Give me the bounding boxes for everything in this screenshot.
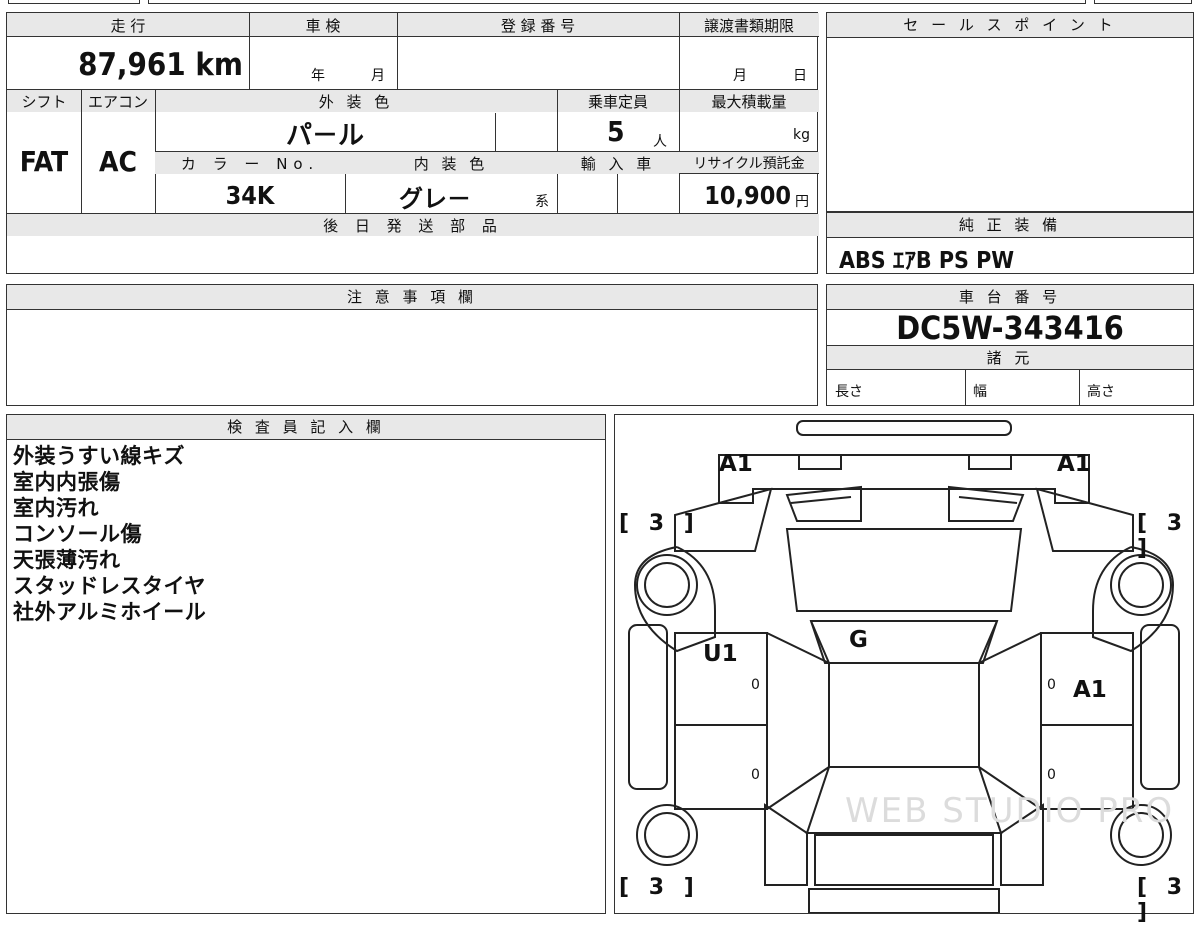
note-line: 外装うすい線キズ — [13, 444, 185, 468]
recycle-label: リサイクル預託金 — [679, 153, 819, 173]
front-light-left — [798, 454, 842, 470]
note-line: 室内汚れ — [13, 496, 99, 520]
inspector-notes: 外装うすい線キズ 室内内張傷 室内汚れ コンソール傷 天張薄汚れ スタッドレスタ… — [13, 443, 206, 625]
rear-bumper-shape — [808, 888, 1000, 913]
right-side-panel — [1140, 624, 1180, 790]
aircon-value: AC — [99, 145, 137, 178]
equipment-box: 純 正 装 備 ABS ｴｱB PS PW — [826, 212, 1194, 274]
inspection-year: 年 — [311, 68, 325, 84]
transfer-day: 日 — [793, 68, 807, 84]
caution-box: 注 意 事 項 欄 — [6, 284, 818, 406]
chassis-number: DC5W-343416 — [896, 309, 1124, 347]
aircon-label: エアコン — [81, 91, 155, 112]
chassis-label: 車 台 番 号 — [827, 285, 1193, 310]
recycle-unit: 円 — [795, 194, 809, 210]
front-bumper-shape — [796, 420, 1012, 436]
transfer-month: 月 — [733, 68, 747, 84]
spec-width: 幅 — [973, 384, 987, 400]
capacity-unit: 人 — [653, 134, 667, 150]
mark-front-left: A1 — [719, 451, 753, 477]
rear-body — [764, 803, 808, 886]
top-strip-left — [8, 0, 140, 4]
recycle-value: 10,900 — [704, 181, 791, 210]
watermark: WEB STUDIO PRO — [845, 791, 1175, 831]
import-label: 輸 入 車 — [557, 153, 679, 174]
interior-label: 内 装 色 — [345, 153, 557, 174]
sales-point-label: セ ー ル ス ポ イ ン ト — [827, 13, 1193, 38]
front-light-right — [968, 454, 1012, 470]
later-parts-label: 後 日 発 送 部 品 — [7, 215, 819, 236]
shift-label: シフト — [7, 91, 81, 112]
exterior-value: パ－ル — [285, 121, 364, 151]
note-line: 社外アルミホイール — [13, 600, 207, 624]
inspector-label: 検 査 員 記 入 欄 — [7, 415, 605, 440]
transfer-label: 譲渡書類期限 — [679, 15, 819, 36]
note-line: コンソール傷 — [13, 522, 142, 546]
top-strip-right — [1094, 0, 1192, 4]
equipment-label: 純 正 装 備 — [827, 213, 1193, 238]
maxload-label: 最大積載量 — [679, 91, 819, 112]
door-zero-lr: 0 — [751, 767, 760, 783]
mileage-value: 87,961 km — [78, 47, 243, 83]
color-no-label: カ ラ ー No. — [155, 153, 345, 174]
mark-left-door: U1 — [703, 641, 738, 667]
caution-label: 注 意 事 項 欄 — [7, 285, 817, 310]
door-zero-lf: 0 — [751, 677, 760, 693]
front-body-outline — [718, 454, 1090, 504]
inspection-label: 車 検 — [249, 15, 397, 36]
roof-outline — [828, 662, 980, 768]
spec-length: 長さ — [835, 384, 863, 400]
specs-label: 諸 元 — [827, 346, 1193, 370]
note-line: スタッドレスタイヤ — [13, 574, 206, 598]
door-zero-rr: 0 — [1047, 767, 1056, 783]
tire-front-right: [ 3 ] — [1137, 511, 1189, 561]
right-fender — [1035, 487, 1134, 552]
exterior-label: 外 装 色 — [155, 91, 557, 112]
tire-front-left: [ 3 ] — [619, 511, 700, 536]
headlamp-right — [948, 485, 1025, 522]
inspection-month: 月 — [371, 68, 385, 84]
car-diagram-box: A1 A1 G U1 A1 [ 3 ] [ 3 ] [ 3 ] [ 3 ] 0 … — [614, 414, 1194, 925]
chassis-box: 車 台 番 号 DC5W-343416 諸 元 長さ 幅 高さ — [826, 284, 1194, 406]
interior-value: グレ－ — [399, 185, 471, 213]
note-line: 室内内張傷 — [13, 470, 121, 494]
shift-value: FAT — [19, 145, 69, 178]
tire-rear-right: [ 3 ] — [1137, 875, 1189, 925]
inspector-box: 検 査 員 記 入 欄 外装うすい線キズ 室内内張傷 室内汚れ コンソール傷 天… — [6, 414, 606, 914]
main-info-grid: 走 行 車 検 登 録 番 号 譲渡書類期限 87,961 km 年 月 月 日… — [6, 12, 819, 274]
interior-suffix: 系 — [535, 194, 549, 210]
mark-front-right: A1 — [1057, 451, 1091, 477]
capacity-value: 5 — [607, 115, 625, 148]
capacity-label: 乗車定員 — [557, 91, 679, 112]
color-no-value: 34K — [225, 181, 275, 210]
sales-point-box: セ ー ル ス ポ イ ン ト — [826, 12, 1194, 212]
maxload-unit: kg — [793, 127, 810, 143]
door-zero-rf: 0 — [1047, 677, 1056, 693]
windshield-shape — [809, 620, 999, 664]
car-diagram-svg — [628, 420, 1180, 913]
top-strip-mid — [148, 0, 1086, 4]
mileage-label: 走 行 — [7, 15, 249, 36]
equipment-value: ABS ｴｱB PS PW — [839, 248, 1015, 274]
mark-roof: G — [849, 627, 868, 653]
hood-shape — [785, 528, 1023, 612]
note-line: 天張薄汚れ — [13, 548, 121, 572]
spec-height: 高さ — [1087, 384, 1115, 400]
tire-rear-left: [ 3 ] — [619, 875, 700, 900]
registration-label: 登 録 番 号 — [397, 15, 679, 36]
left-side-panel — [628, 624, 668, 790]
mark-right-door: A1 — [1073, 677, 1107, 703]
headlamp-left — [785, 485, 862, 522]
